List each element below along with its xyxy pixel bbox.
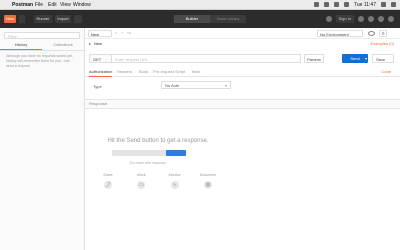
url-input[interactable]: Enter request URL: [111, 54, 301, 63]
send-label: Send: [350, 56, 360, 61]
monitor-icon: ∿: [170, 181, 179, 189]
document-icon: ▤: [203, 181, 212, 189]
menu-edit[interactable]: Edit: [48, 2, 57, 8]
sign-in-button[interactable]: Sign In: [335, 15, 354, 23]
menu-app-name[interactable]: Postman: [12, 2, 33, 8]
response-bar: Response: [85, 99, 400, 109]
macos-menubar: Postman File Edit View Window Tue 11:47: [0, 0, 400, 10]
tab-body[interactable]: Body: [139, 68, 148, 76]
chevron-down-icon: ▾: [224, 83, 227, 88]
tab-pre-request-script[interactable]: Pre-request Script: [153, 68, 185, 76]
import-button[interactable]: Import: [55, 15, 71, 23]
status-icon[interactable]: [324, 2, 330, 7]
send-button[interactable]: Send ▾: [342, 54, 368, 63]
eye-icon[interactable]: [368, 31, 375, 36]
tab-history[interactable]: History: [0, 41, 42, 50]
environment-select[interactable]: No Environment: [317, 30, 363, 37]
code-link[interactable]: Code: [381, 68, 391, 76]
request-name-row: ▸ New Examples (0): [85, 39, 400, 49]
url-bar: GET Enter request URL Params Send ▾ Save: [85, 52, 400, 64]
filter-input[interactable]: Filter: [4, 32, 80, 39]
tip-document[interactable]: Document ▤: [194, 173, 222, 197]
tip-mock[interactable]: Mock ▭: [127, 173, 155, 197]
response-hint: Do more with requests: [130, 161, 166, 165]
new-window-button[interactable]: [74, 15, 82, 23]
sync-icon[interactable]: [325, 16, 332, 22]
shortcut-key: [166, 150, 186, 156]
wifi-icon[interactable]: [334, 2, 340, 7]
sidebar-tabs: History Collections: [0, 41, 84, 51]
sidebar-toggle-button[interactable]: [19, 15, 25, 23]
response-label: Response: [89, 101, 108, 106]
request-name: New: [94, 41, 103, 46]
more-tabs-icon[interactable]: •••: [127, 30, 131, 35]
save-button[interactable]: Save: [372, 54, 394, 63]
request-subtabs: Authorization Headers Body Pre-request S…: [85, 67, 400, 77]
shortcut-illustration: [112, 150, 186, 156]
gear-icon[interactable]: ⚙: [379, 30, 387, 37]
toolbar-right: Sign In: [325, 15, 394, 23]
auth-type-value: No Auth: [165, 83, 180, 88]
method-select[interactable]: GET: [89, 54, 111, 63]
battery-icon[interactable]: [344, 2, 350, 7]
response-tips: Share ⤴ Mock ▭ Monitor ∿ Document ▤: [94, 173, 222, 197]
tab-tests[interactable]: Tests: [191, 68, 200, 76]
notifications-icon[interactable]: [378, 16, 384, 22]
menubar-status-area: Tue 11:47: [314, 2, 396, 8]
tab-collections[interactable]: Collections: [42, 41, 84, 49]
menu-file[interactable]: File: [35, 2, 43, 8]
capture-icon[interactable]: [358, 16, 364, 22]
new-button[interactable]: New: [4, 15, 16, 23]
request-tab-bar: New × + ••• No Environment ⚙: [85, 28, 400, 39]
tab-authorization[interactable]: Authorization: [89, 68, 113, 77]
share-icon: ⤴: [104, 181, 112, 189]
tab-headers[interactable]: Headers: [117, 68, 132, 76]
examples-link[interactable]: Examples (0): [370, 41, 394, 46]
settings-icon[interactable]: [368, 16, 374, 22]
chevron-down-icon: ▾: [364, 56, 367, 61]
mock-icon: ▭: [137, 181, 146, 189]
menu-window[interactable]: Window: [73, 2, 91, 8]
auth-type-select[interactable]: No Auth ▾: [161, 81, 231, 89]
menu-view[interactable]: View: [60, 2, 71, 8]
heart-icon[interactable]: [388, 16, 394, 22]
builder-tabs: Builder Team Library: [174, 15, 246, 23]
params-button[interactable]: Params: [304, 54, 324, 63]
tip-monitor[interactable]: Monitor ∿: [161, 173, 189, 197]
auth-type-label: Type: [93, 84, 102, 89]
tab-team-library[interactable]: Team Library: [210, 15, 246, 23]
app-toolbar: New Runner Import Builder Team Library S…: [0, 10, 400, 28]
status-icon[interactable]: [314, 2, 320, 7]
collapse-arrow-icon[interactable]: ▸: [89, 41, 91, 46]
tip-share[interactable]: Share ⤴: [94, 173, 122, 197]
history-empty-text: Although you have no requests saved yet,…: [6, 54, 73, 68]
response-empty-title: Hit the Send button to get a response.: [107, 138, 209, 144]
add-tab-icon[interactable]: +: [121, 30, 123, 35]
sidebar: Filter History Collections Although you …: [0, 28, 85, 250]
menu-icon[interactable]: [391, 2, 396, 7]
runner-button[interactable]: Runner: [34, 15, 52, 23]
close-tab-icon[interactable]: ×: [115, 30, 117, 35]
tab-builder[interactable]: Builder: [174, 15, 210, 23]
menubar-clock[interactable]: Tue 11:47: [354, 2, 376, 8]
search-icon[interactable]: [381, 2, 386, 7]
request-tab[interactable]: New: [88, 30, 112, 37]
